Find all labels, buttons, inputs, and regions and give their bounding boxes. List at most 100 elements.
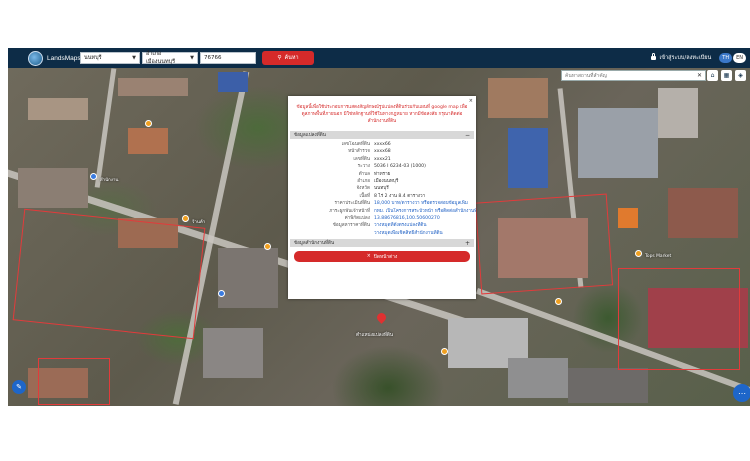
clear-search-icon[interactable]: ✕ <box>697 72 702 79</box>
detail-key: ภาระผูกพันเจ้าหน้าที่ <box>329 208 370 214</box>
layers-icon[interactable]: ◈ <box>735 70 746 81</box>
detail-key: เลขที่ดิน <box>353 156 370 162</box>
building <box>203 328 263 378</box>
place-label: ร้านค้า <box>192 220 206 225</box>
detail-key: เลขโฉนดที่ดิน <box>341 142 370 147</box>
detail-row: ข้อมูลหาราคาที่ดิน วางหมุดที่ตั้งตรงแปลงท… <box>288 222 476 229</box>
detail-value: xxxx68 <box>374 149 391 155</box>
price-pin-link[interactable]: วางหมุดที่ตั้งตรงแปลงที่ดิน <box>374 222 476 229</box>
poi-marker[interactable] <box>218 290 225 297</box>
building <box>488 78 548 118</box>
lang-en-button[interactable]: EN <box>733 53 746 63</box>
language-switch[interactable]: TH EN <box>719 53 746 63</box>
building <box>618 208 638 228</box>
building <box>658 88 698 138</box>
poi-marker[interactable] <box>182 215 189 222</box>
login-link[interactable]: เข้าสู่ระบบ/ลงทะเบียน <box>651 53 712 62</box>
app-logo[interactable]: LandsMaps <box>28 50 81 66</box>
detail-row: ค่าพิกัดแปลง 13.88676816,100.50600270 <box>288 215 476 222</box>
tools-icon[interactable]: ✎ <box>12 380 26 394</box>
detail-value: xxxx66 <box>374 142 391 147</box>
detail-row: เลขที่ดิน xxxx21 <box>288 156 476 163</box>
more-options-icon[interactable]: ⋯ <box>733 384 750 402</box>
close-window-label: ปิดหน้าต่าง <box>373 254 398 260</box>
search-icon: ⚲ <box>277 55 282 61</box>
detail-key: ราคาประเมินที่ดิน <box>334 201 370 207</box>
office-pin-link[interactable]: วางหมุดเพื่อเช็คสิทธิ์สำนักงานที่ดิน <box>374 230 476 237</box>
app-name: LandsMaps <box>47 54 81 62</box>
detail-row: เลขโฉนดที่ดิน xxxx66 <box>288 141 476 148</box>
grid-icon[interactable]: ▦ <box>721 70 732 81</box>
poi-marker[interactable] <box>90 173 97 180</box>
poi-marker[interactable] <box>264 243 271 250</box>
building <box>218 72 248 92</box>
coordinates-link[interactable]: 13.88676816,100.50600270 <box>374 215 476 222</box>
chevron-down-icon: ▼ <box>190 55 194 61</box>
chevron-down-icon: ▼ <box>132 55 136 61</box>
parcel-number-input[interactable]: 76766 <box>200 52 256 64</box>
logo-globe-icon <box>28 50 43 66</box>
detail-key: อำเภอ <box>357 178 370 184</box>
detail-key: ตำบล <box>358 171 370 177</box>
detail-key: ค่าพิกัดแปลง <box>344 215 370 221</box>
detail-row: ภาระผูกพันเจ้าหน้าที่ กทม. เป็นโครงการสระ… <box>288 208 476 215</box>
parcel-section-title: ข้อมูลแปลงที่ดิน <box>294 132 326 138</box>
province-value: นนทบุรี <box>84 55 102 61</box>
home-icon[interactable]: ⌂ <box>707 70 718 81</box>
detail-value: ท่าทราย <box>374 171 391 177</box>
detail-value: 8 ไร่ 2 งาน 8.4 ตารางวา <box>374 193 426 199</box>
detail-key: จังหวัด <box>356 186 370 192</box>
close-window-button[interactable]: × ปิดหน้าต่าง <box>294 251 470 263</box>
province-select[interactable]: นนทบุรี ▼ <box>80 52 140 64</box>
detail-value: xxxx21 <box>374 156 391 162</box>
district-select[interactable]: อำเภอเมืองนนทบุรี ▼ <box>142 51 198 65</box>
obligation-link[interactable]: กทม. เป็นโครงการสระบัวหน้า หรือติดต่อสำน… <box>374 208 476 215</box>
poi-marker[interactable] <box>145 120 152 127</box>
place-label: Tops Market <box>645 254 672 259</box>
top-header: LandsMaps นนทบุรี ▼ อำเภอเมืองนนทบุรี ▼ … <box>8 48 750 68</box>
building <box>118 78 188 96</box>
office-section-header[interactable]: ข้อมูลสำนักงานที่ดิน + <box>290 239 474 248</box>
building <box>668 188 738 238</box>
building <box>28 98 88 120</box>
landmark-search-input[interactable]: ค้นหาสถานที่สำคัญ ✕ <box>561 70 706 81</box>
detail-key: ระวาง <box>357 164 370 170</box>
office-section-title: ข้อมูลสำนักงานที่ดิน <box>294 240 335 246</box>
building <box>508 358 568 398</box>
building <box>568 368 648 403</box>
building <box>128 128 168 154</box>
building <box>578 108 658 178</box>
disclaimer-note: ข้อมูลนี้เพื่อใช้ประกอบการแสดงสัญลักษณ์ร… <box>296 105 468 124</box>
collapse-icon[interactable]: − <box>465 132 470 139</box>
header-right: เข้าสู่ระบบ/ลงทะเบียน TH EN <box>651 48 750 68</box>
detail-value: เมืองนนทบุรี <box>374 178 399 184</box>
poi-marker[interactable] <box>441 348 448 355</box>
detail-key: หน้าสำรวจ <box>348 149 370 155</box>
login-label: เข้าสู่ระบบ/ลงทะเบียน <box>659 55 712 61</box>
detail-key: เนื้อที่ <box>359 193 371 199</box>
map-toolbar: ⌂ ▦ ◈ <box>707 70 746 81</box>
poi-marker[interactable] <box>555 298 562 305</box>
detail-row: อำเภอ เมืองนนทบุรี <box>288 178 476 185</box>
building <box>508 128 548 188</box>
close-icon[interactable]: × <box>469 98 473 104</box>
pin-label: ตำแหน่งแปลงที่ดิน <box>356 333 394 338</box>
parcel-section-header[interactable]: ข้อมูลแปลงที่ดิน − <box>290 131 474 139</box>
search-button[interactable]: ⚲ ค้นหา <box>262 51 314 65</box>
detail-row: ระวาง 5036 I 6234-03 (1000) <box>288 163 476 170</box>
appraisal-link[interactable]: 18,000 บาท/ตารางวา หรือตรวจสอบข้อมูลเพิ่… <box>374 200 476 207</box>
parcel-number-value: 76766 <box>204 55 222 61</box>
parcel-boundary <box>618 268 740 370</box>
parcel-boundary <box>38 358 110 405</box>
detail-value: นนทบุรี <box>374 186 389 192</box>
search-button-label: ค้นหา <box>284 55 299 61</box>
expand-icon[interactable]: + <box>465 240 470 247</box>
place-label: สำนักงาน <box>100 178 119 183</box>
parcel-boundary <box>12 208 206 340</box>
detail-value: 5036 I 6234-03 (1000) <box>374 164 426 170</box>
lang-th-button[interactable]: TH <box>719 53 733 63</box>
parcel-boundary <box>474 193 614 295</box>
lock-icon <box>651 53 657 60</box>
poi-marker[interactable] <box>635 250 642 257</box>
detail-row: วางหมุดเพื่อเช็คสิทธิ์สำนักงานที่ดิน <box>288 230 476 237</box>
